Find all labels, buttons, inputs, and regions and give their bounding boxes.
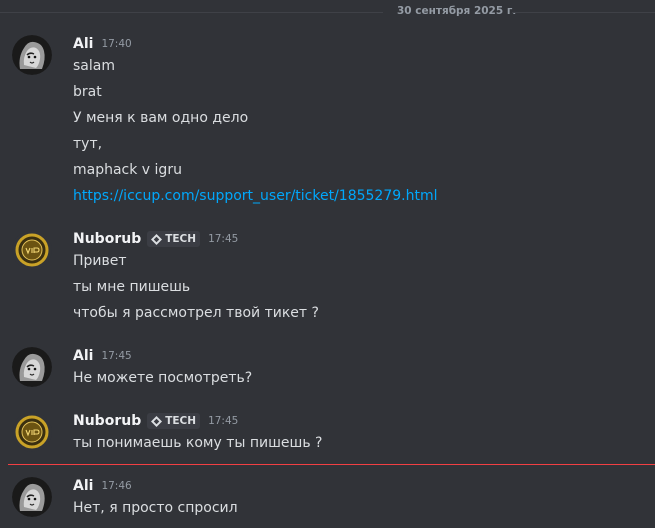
vip-badge-avatar-icon[interactable] — [12, 412, 52, 452]
timestamp: 17:40 — [101, 38, 132, 50]
tag-label: TECH — [165, 233, 197, 245]
timestamp: 17:46 — [101, 480, 132, 492]
message-header: Ali 17:45 — [73, 346, 132, 366]
message-text: ты понимаешь кому ты пишешь ? — [73, 435, 323, 451]
username[interactable]: Ali — [73, 478, 93, 494]
message-header: Nuborub TECH 17:45 — [73, 229, 238, 249]
message-text: Привет — [73, 253, 127, 269]
date-divider: 30 сентября 2025 г. — [0, 5, 655, 17]
tech-tag[interactable]: TECH — [147, 413, 201, 429]
message-header: Ali 17:40 — [73, 34, 132, 54]
lion-avatar-icon[interactable] — [12, 35, 52, 75]
diamond-tag-icon — [151, 415, 163, 427]
message-header: Nuborub TECH 17:45 — [73, 411, 238, 431]
message-text: У меня к вам одно дело — [73, 110, 249, 126]
lion-avatar-icon[interactable] — [12, 347, 52, 387]
username[interactable]: Ali — [73, 36, 93, 52]
tag-label: TECH — [165, 415, 197, 427]
date-divider-label: 30 сентября 2025 г. — [397, 5, 517, 17]
message-text: salam — [73, 58, 115, 74]
divider-line-left — [0, 12, 383, 13]
ticket-link[interactable]: https://iccup.com/support_user/ticket/18… — [73, 187, 438, 205]
timestamp: 17:45 — [208, 233, 239, 245]
message-header: Ali 17:46 — [73, 476, 132, 496]
username[interactable]: Nuborub — [73, 413, 141, 429]
new-messages-divider — [8, 464, 655, 465]
message-text: Не можете посмотреть? — [73, 370, 253, 386]
message-text: чтобы я рассмотрел твой тикет ? — [73, 305, 319, 321]
message-text: Нет, я просто спросил — [73, 500, 238, 516]
message-text: тут, — [73, 136, 103, 152]
timestamp: 17:45 — [101, 350, 132, 362]
divider-line-right — [512, 12, 655, 13]
vip-badge-avatar-icon[interactable] — [12, 230, 52, 270]
lion-avatar-icon[interactable] — [12, 477, 52, 517]
timestamp: 17:45 — [208, 415, 239, 427]
diamond-tag-icon — [151, 233, 163, 245]
username[interactable]: Nuborub — [73, 231, 141, 247]
tech-tag[interactable]: TECH — [147, 231, 201, 247]
message-text: maphack v igru — [73, 162, 182, 178]
username[interactable]: Ali — [73, 348, 93, 364]
message-text: brat — [73, 84, 102, 100]
message-text: ты мне пишешь — [73, 279, 191, 295]
